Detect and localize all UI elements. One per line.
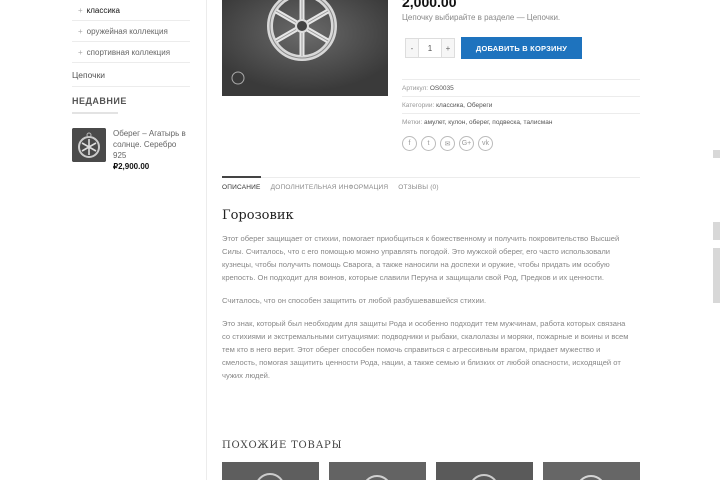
- chain-note[interactable]: Цепочку выбирайте в разделе — Цепочки.: [402, 13, 560, 22]
- plus-icon: +: [78, 26, 83, 36]
- recent-product[interactable]: Оберег – Агатырь в солнце. Серебро 925 ₽…: [72, 128, 190, 172]
- recent-product-title[interactable]: Оберег – Агатырь в солнце. Серебро 925: [113, 128, 190, 161]
- categories-label: Категории:: [402, 102, 435, 109]
- google-plus-icon[interactable]: G+: [459, 136, 474, 151]
- plus-icon: +: [78, 5, 83, 15]
- sidebar-item-label: оружейная коллекция: [86, 26, 168, 36]
- sidebar-item-classic[interactable]: + классика: [72, 0, 190, 21]
- sidebar-item-chains[interactable]: Цепочки: [72, 63, 190, 87]
- scroll-mark: [713, 222, 720, 240]
- related-heading: ПОХОЖИЕ ТОВАРЫ: [222, 440, 343, 451]
- categories-links[interactable]: классика, Обереги: [436, 102, 492, 109]
- sidebar-item-label: классика: [86, 5, 120, 15]
- sidebar-item-weapon-collection[interactable]: + оружейная коллекция: [72, 21, 190, 42]
- recent-product-image[interactable]: [72, 128, 106, 162]
- tab-reviews[interactable]: ОТЗЫВЫ (0): [398, 177, 438, 191]
- description-paragraph: Это знак, который был необходим для защи…: [222, 319, 629, 380]
- sku-label: Артикул:: [402, 85, 429, 92]
- tab-additional-info[interactable]: ДОПОЛНИТЕЛЬНАЯ ИНФОРМАЦИЯ: [271, 177, 389, 191]
- sidebar: + классика + оружейная коллекция + спорт…: [72, 0, 190, 172]
- sidebar-item-label: спортивная коллекция: [86, 47, 171, 57]
- related-products: ПОХОЖИЕ ТОВАРЫ: [222, 440, 640, 480]
- description-title: Горозовик: [222, 208, 294, 223]
- categories-row: Категории: классика, Обереги: [402, 96, 640, 113]
- related-product-image[interactable]: [329, 462, 426, 480]
- email-icon[interactable]: ✉: [440, 136, 455, 151]
- quantity-input[interactable]: 1: [419, 38, 441, 58]
- product-description: Горозовик Этот оберег защищает от стихии…: [222, 208, 632, 392]
- share-icons: f t ✉ G+ vk: [402, 136, 493, 151]
- sidebar-divider: [206, 0, 207, 480]
- qty-minus-button[interactable]: -: [405, 38, 419, 58]
- tags-links[interactable]: амулет, кулон, оберег, подвеска, талисма…: [424, 119, 552, 126]
- twitter-icon[interactable]: t: [421, 136, 436, 151]
- vk-icon[interactable]: vk: [478, 136, 493, 151]
- sku-value: OS0035: [429, 85, 454, 92]
- scroll-mark: [713, 150, 720, 158]
- product-image[interactable]: [222, 0, 388, 96]
- add-to-cart-button[interactable]: ДОБАВИТЬ В КОРЗИНУ: [461, 37, 582, 59]
- quantity-stepper[interactable]: - 1 +: [405, 38, 455, 58]
- product-tabs: ОПИСАНИЕ ДОПОЛНИТЕЛЬНАЯ ИНФОРМАЦИЯ ОТЗЫВ…: [222, 176, 449, 191]
- tags-row: Метки: амулет, кулон, оберег, подвеска, …: [402, 113, 640, 130]
- recent-heading: НЕДАВНИЕ: [72, 96, 126, 114]
- related-product-image[interactable]: [543, 462, 640, 480]
- sku-row: Артикул: OS0035: [402, 79, 640, 96]
- tab-description[interactable]: ОПИСАНИЕ: [222, 176, 261, 191]
- description-paragraph: Этот оберег защищает от стихии, помогает…: [222, 234, 620, 282]
- qty-plus-button[interactable]: +: [441, 38, 455, 58]
- sidebar-item-label: Цепочки: [72, 69, 106, 80]
- scroll-mark: [713, 248, 720, 303]
- sidebar-item-sport-collection[interactable]: + спортивная коллекция: [72, 42, 190, 63]
- product-price: 2,000.00: [402, 0, 457, 10]
- plus-icon: +: [78, 47, 83, 57]
- related-product-image[interactable]: [222, 462, 319, 480]
- description-paragraph: Считалось, что он способен защитить от л…: [222, 296, 487, 305]
- recent-product-price: ₽2,900.00: [113, 162, 150, 171]
- facebook-icon[interactable]: f: [402, 136, 417, 151]
- related-product-image[interactable]: [436, 462, 533, 480]
- tags-label: Метки:: [402, 119, 423, 126]
